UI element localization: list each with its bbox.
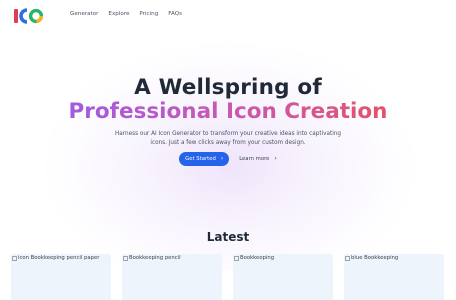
nav-link-generator[interactable]: Generator [70, 11, 98, 17]
card-image-alt: blue Bookkeeping [345, 255, 398, 261]
broken-image-icon [234, 255, 239, 261]
hero-subtitle: Harness our AI Icon Generator to transfo… [115, 131, 341, 146]
nav-link-explore[interactable]: Explore [108, 11, 129, 17]
card-image-alt: Bookkeeping pencil [123, 255, 181, 261]
get-started-button[interactable]: Get Started › [179, 152, 230, 166]
hero-title-line2: Professional Icon Creation [68, 99, 388, 124]
card-image-alt: Bookkeeping [234, 255, 274, 261]
chevron-right-icon: › [274, 155, 277, 162]
latest-heading: Latest [206, 230, 250, 244]
broken-image-icon [12, 255, 17, 261]
broken-image-icon [123, 255, 128, 261]
icon-card[interactable]: blue Bookkeeping [344, 254, 444, 300]
hero-title-line1: A Wellspring of [134, 75, 322, 100]
card-alt-text: icon Bookkeeping pencil paper [18, 255, 100, 261]
card-alt-text: Bookkeeping [240, 255, 275, 261]
learn-more-label: Learn more [239, 156, 270, 162]
hero-cta-row: Get Started › Learn more › [0, 152, 456, 166]
brand-logo[interactable] [13, 7, 43, 25]
nav-link-pricing[interactable]: Pricing [139, 11, 158, 17]
top-nav: Generator Explore Pricing FAQs [0, 0, 456, 32]
nav-link-faqs[interactable]: FAQs [168, 11, 182, 17]
icon-card[interactable]: Bookkeeping [233, 254, 333, 300]
icon-card[interactable]: icon Bookkeeping pencil paper [11, 254, 111, 300]
icon-card[interactable]: Bookkeeping pencil [122, 254, 222, 300]
card-alt-text: Bookkeeping pencil [129, 255, 181, 261]
chevron-right-icon: › [220, 155, 224, 162]
get-started-label: Get Started [185, 156, 216, 162]
card-alt-text: blue Bookkeeping [351, 255, 399, 261]
nav-links: Generator Explore Pricing FAQs [70, 11, 192, 17]
hero-section: A Wellspring of Professional Icon Creati… [0, 76, 456, 148]
latest-cards: icon Bookkeeping pencil paper Bookkeepin… [11, 254, 447, 300]
broken-image-icon [345, 255, 350, 261]
learn-more-link[interactable]: Learn more › [239, 155, 277, 163]
card-image-alt: icon Bookkeeping pencil paper [12, 255, 99, 261]
